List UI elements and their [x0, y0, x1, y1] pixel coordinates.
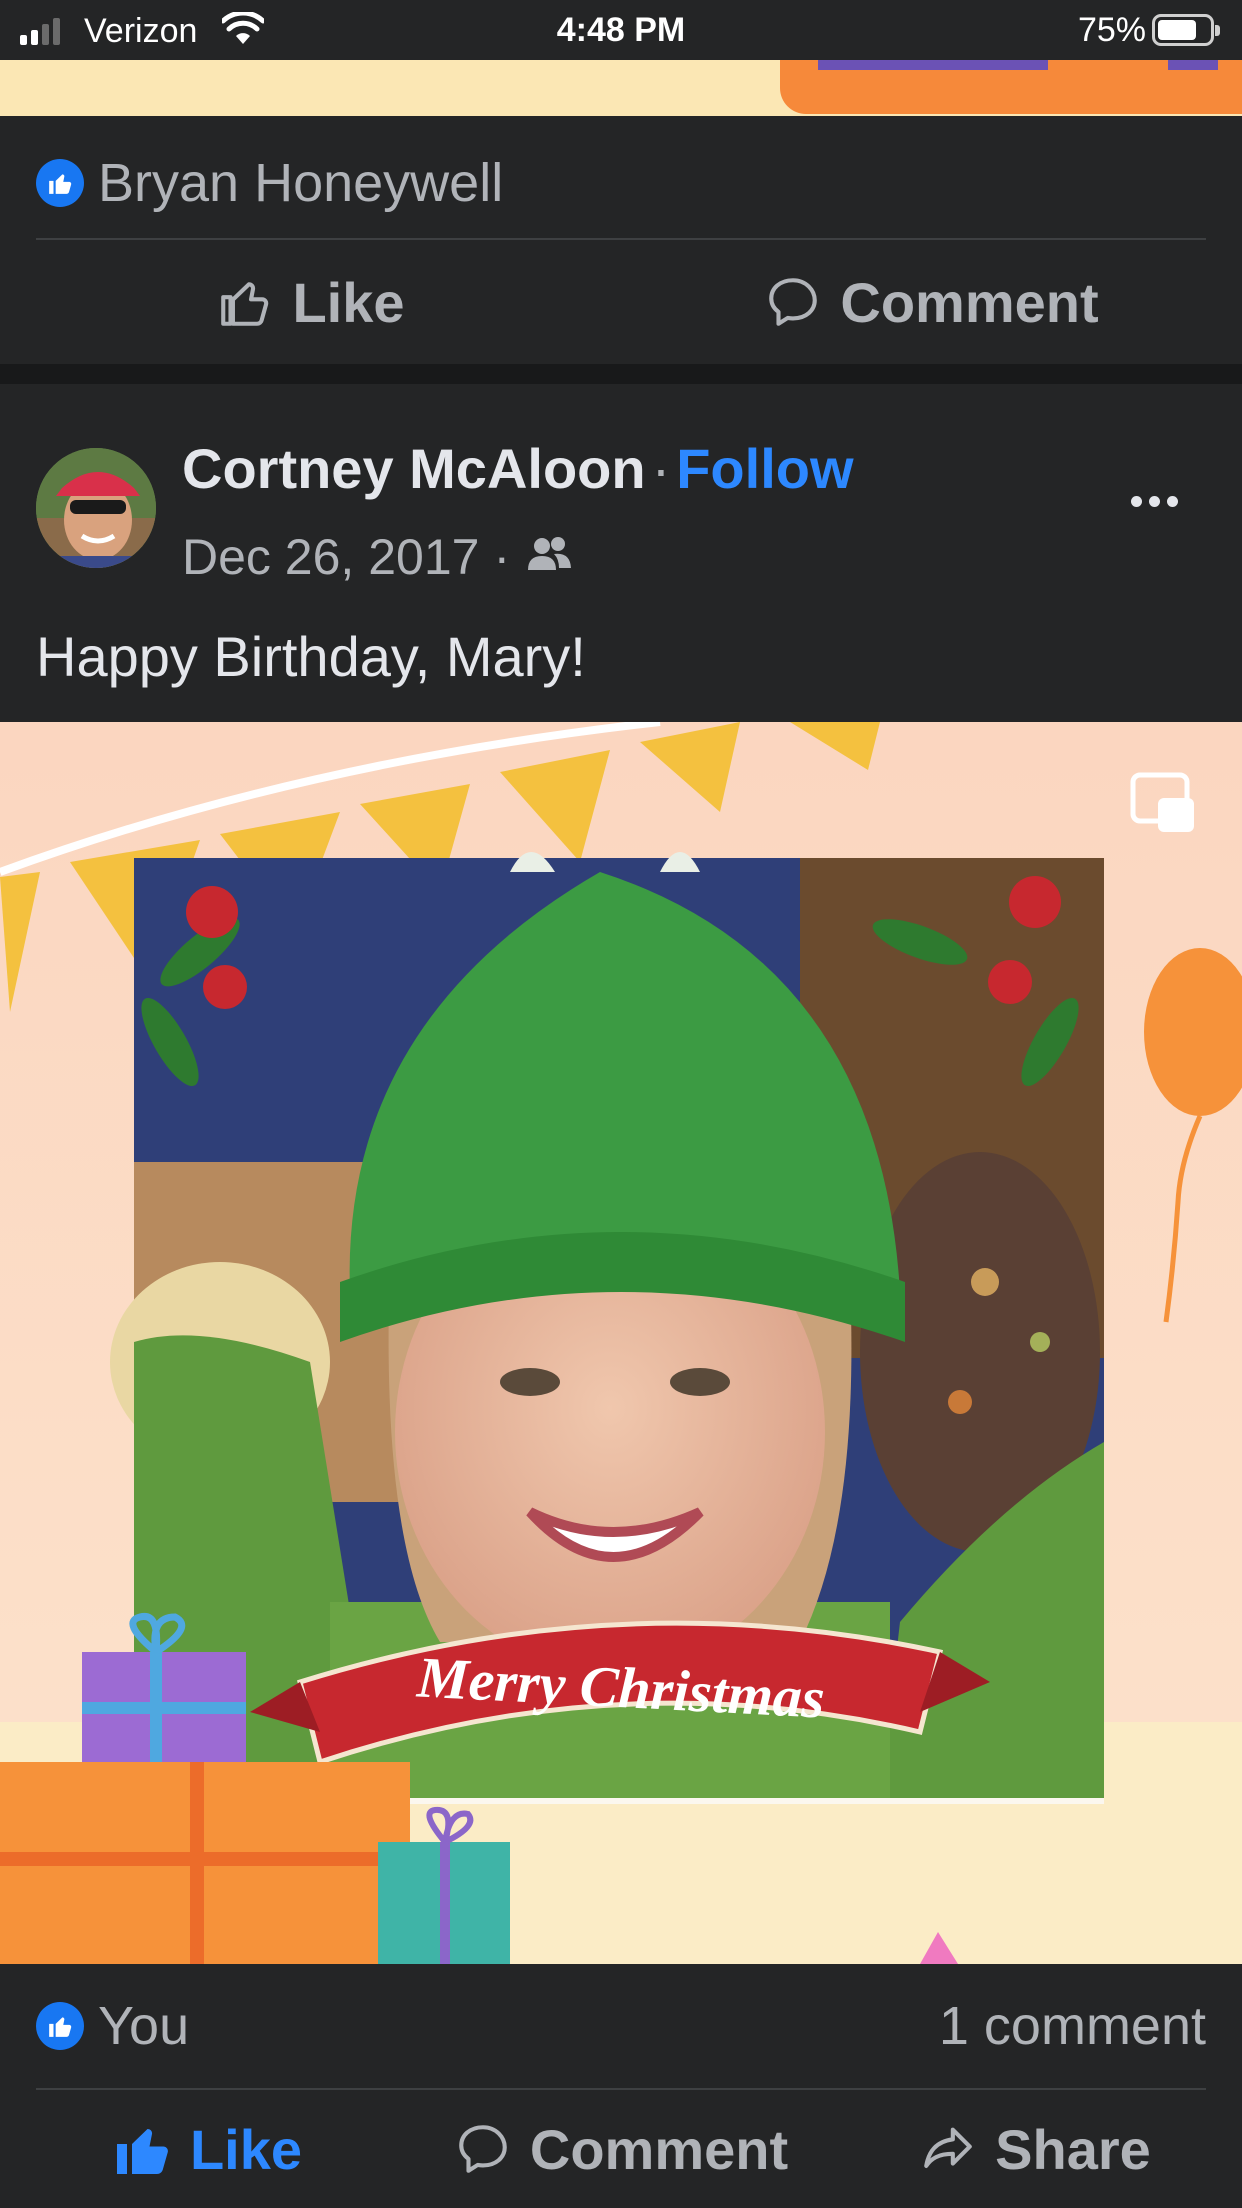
comment-button[interactable]: Comment	[414, 2090, 828, 2208]
comment-count[interactable]: 1 comment	[939, 1995, 1206, 2057]
reaction-summary[interactable]: You 1 comment	[0, 1964, 1242, 2088]
previous-post-actions: Like Comment	[0, 240, 1242, 364]
post-date[interactable]: Dec 26, 2017	[182, 528, 479, 586]
feed-separator	[0, 364, 1242, 384]
like-reaction-icon	[36, 159, 84, 207]
comment-label: Comment	[529, 2117, 789, 2181]
post-text: Happy Birthday, Mary!	[36, 625, 586, 688]
separator-dot: ·	[493, 529, 511, 585]
author-name[interactable]: Cortney McAloon	[182, 437, 646, 500]
comment-icon	[459, 2125, 507, 2173]
clock: 4:48 PM	[556, 11, 686, 49]
like-label: Like	[189, 2117, 303, 2181]
battery-icon	[1152, 14, 1220, 46]
friends-icon	[524, 528, 574, 586]
separator-dot: ·	[651, 437, 671, 500]
feed-post: Cortney McAloon · Follow Dec 26, 2017 · Ha…	[0, 384, 1242, 2208]
like-reaction-icon	[36, 2002, 84, 2050]
post-actions: Like Comment Share	[0, 2090, 1242, 2208]
previous-post-footer: Bryan Honeywell Like Comment	[0, 116, 1242, 364]
battery-percentage: 75%	[1077, 11, 1146, 49]
like-button[interactable]: Like	[0, 240, 621, 364]
follow-button[interactable]: Follow	[676, 437, 853, 500]
birthday-card-image: Merry Christmas	[0, 722, 1242, 1964]
post-photo[interactable]: Merry Christmas	[0, 722, 1242, 1964]
thumbs-up-icon	[221, 282, 269, 326]
like-button[interactable]: Like	[0, 2090, 414, 2208]
reactor-name: Bryan Honeywell	[98, 153, 504, 213]
post-header-name: Cortney McAloon · Follow	[182, 436, 854, 501]
comment-label: Comment	[840, 270, 1099, 334]
previous-post-image[interactable]	[0, 60, 1242, 116]
share-button[interactable]: Share	[828, 2090, 1242, 2208]
share-icon	[924, 2127, 972, 2168]
comment-button[interactable]: Comment	[621, 240, 1242, 364]
like-label: Like	[292, 270, 405, 334]
thumbs-up-filled-icon	[116, 2129, 168, 2174]
more-options-button[interactable]	[1131, 496, 1178, 507]
author-avatar[interactable]	[36, 448, 156, 568]
multi-photo-icon	[1130, 772, 1196, 834]
share-label: Share	[995, 2117, 1151, 2181]
reactor-name: You	[98, 1996, 190, 2056]
status-bar: Verizon 4:48 PM 75%	[0, 0, 1242, 60]
post-meta: Dec 26, 2017 ·	[182, 528, 574, 586]
reaction-summary[interactable]: Bryan Honeywell	[0, 116, 1242, 250]
comment-icon	[769, 278, 818, 326]
